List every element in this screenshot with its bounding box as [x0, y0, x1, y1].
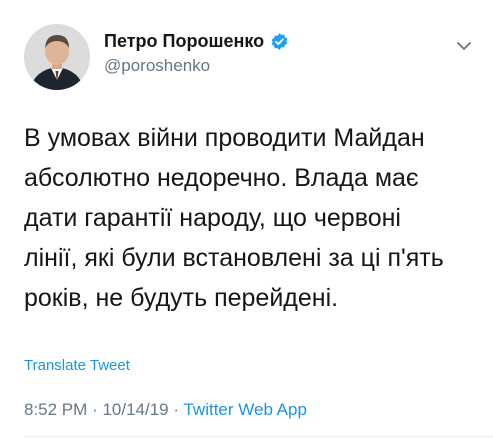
- tweet-time: 8:52 PM: [24, 400, 88, 419]
- tweet-date: 10/14/19: [102, 400, 169, 419]
- author-display-name[interactable]: Петро Порошенко: [104, 31, 264, 52]
- divider: [24, 436, 493, 437]
- avatar[interactable]: [24, 24, 90, 90]
- translate-tweet-link[interactable]: Translate Tweet: [24, 357, 130, 374]
- author-handle[interactable]: @poroshenko: [104, 56, 210, 76]
- profile-photo-icon: [24, 24, 90, 90]
- meta-separator: ·: [92, 400, 98, 419]
- chevron-down-icon[interactable]: [456, 40, 472, 52]
- tweet-card: Петро Порошенко @poroshenko В умовах вій…: [0, 0, 493, 441]
- verified-badge-icon: [271, 33, 288, 50]
- tweet-meta: 8:52 PM · 10/14/19 · Twitter Web App: [24, 400, 307, 420]
- tweet-source-link[interactable]: Twitter Web App: [183, 400, 306, 419]
- meta-separator: ·: [173, 400, 180, 419]
- tweet-text: В умовах війни проводити Майдан абсолютн…: [24, 124, 444, 312]
- author-name-row: Петро Порошенко: [104, 31, 289, 52]
